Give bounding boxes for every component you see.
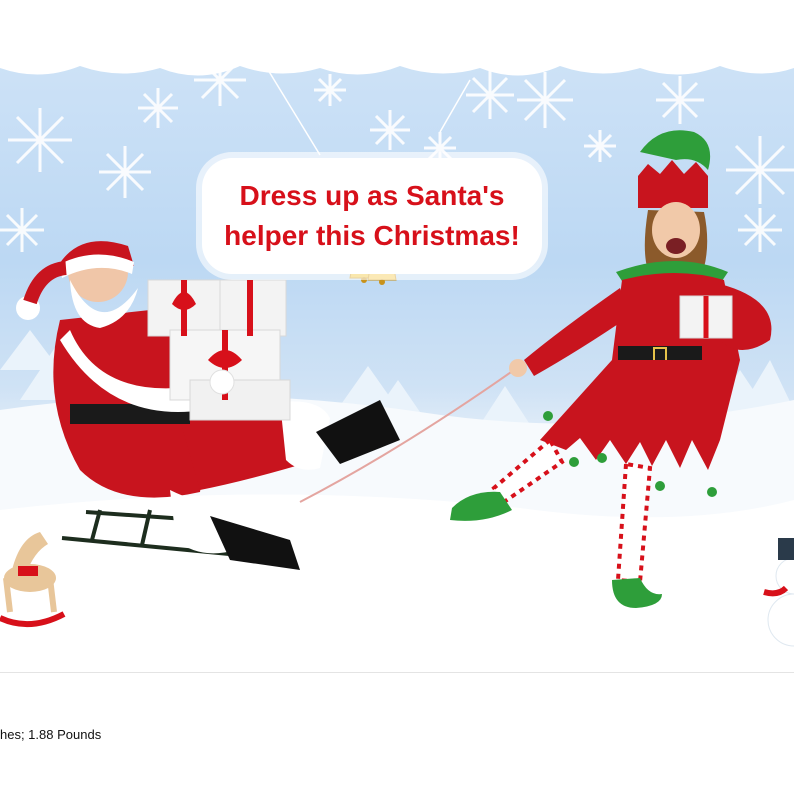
product-dimensions-text: hes; 1.88 Pounds: [0, 727, 102, 742]
snowflake-icon: [466, 71, 514, 119]
hanging-string: [261, 59, 321, 156]
snow-band: [0, 40, 794, 76]
snowflake-icon: [517, 72, 573, 128]
christmas-scene: [0, 40, 794, 672]
snowflake-icon: [0, 208, 44, 252]
snowflake-icon: [726, 136, 794, 204]
snowflake-icon: [656, 76, 704, 124]
snowflake-icon: [584, 130, 616, 162]
snowflake-icon: [738, 208, 782, 252]
hanging-string: [439, 79, 471, 133]
headline-bubble: Dress up as Santa's helper this Christma…: [202, 158, 542, 274]
snowflake-icon: [99, 146, 151, 198]
snowflake-icon: [138, 88, 178, 128]
headline-line-1: Dress up as Santa's: [239, 180, 505, 211]
product-banner-image: Dress up as Santa's helper this Christma…: [0, 40, 794, 672]
top-strip: [0, 0, 794, 40]
snow-foreground: [0, 494, 794, 672]
headline-line-2: helper this Christmas!: [224, 220, 520, 251]
snowflake-icon: [314, 74, 346, 106]
snowflake-icon: [370, 110, 410, 150]
section-divider: [0, 672, 794, 673]
snowflake-icon: [8, 108, 72, 172]
